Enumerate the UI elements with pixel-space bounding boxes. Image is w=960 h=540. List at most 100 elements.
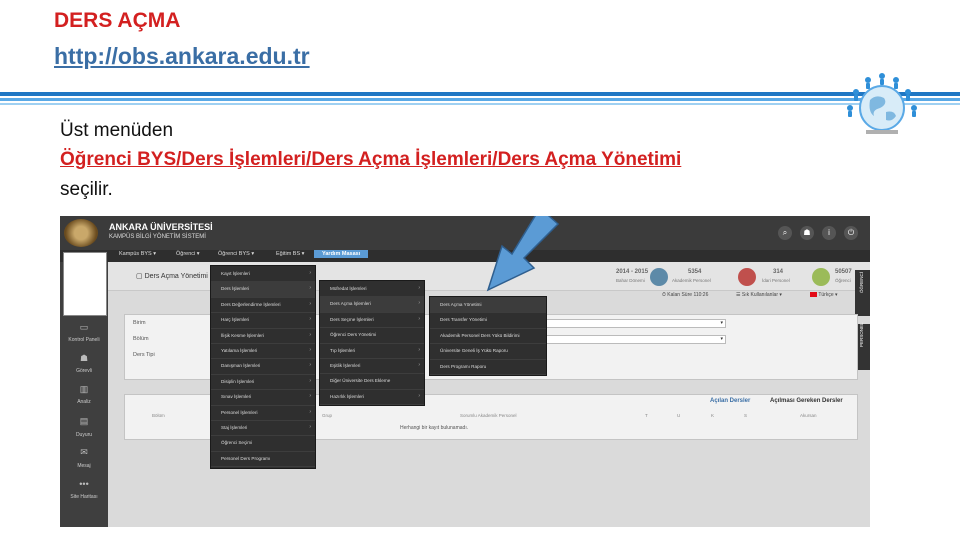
sidebar-item-duyuru[interactable]: Duyuru (60, 432, 108, 438)
ders-islemleri-menu-item-label: Ders Açma İşlemleri (330, 301, 371, 307)
ogrenci-bys-menu-item[interactable]: Disiplin İşlemleri › (211, 374, 315, 391)
ogrenci-bys-menu-item[interactable]: Personel İşlemleri › (211, 405, 315, 421)
menu-ogrenci-bys[interactable]: Öğrenci BYS ▾ (218, 251, 254, 257)
chat-icon[interactable]: ✉ (78, 448, 90, 457)
ders-acma-menu-item[interactable]: Ders Transfer Yönetimi (430, 312, 546, 329)
monitor-icon[interactable]: ▭ (78, 323, 90, 332)
sidebar-item-kontrol-paneli[interactable]: Kontrol Paneli (60, 337, 108, 343)
header-band (0, 92, 960, 96)
ogrenci-bys-menu-item[interactable]: Staj İşlemleri › (211, 420, 315, 437)
ders-acma-menu-item-label: Ders Transfer Yönetimi (440, 317, 487, 323)
app-screenshot: ANKARA ÜNİVERSİTESİ KAMPÜS BİLGİ YÖNETİM… (60, 216, 870, 527)
ders-islemleri-menu-item[interactable]: Hazırlık İşlemleri › (320, 389, 424, 406)
info-icon[interactable]: i (822, 226, 836, 240)
chevron-right-icon: › (418, 346, 420, 353)
chevron-right-icon: › (309, 408, 311, 415)
chevron-right-icon: › (309, 300, 311, 307)
chevron-right-icon: › (418, 315, 420, 322)
ogrenci-bys-menu-item-label: İlişik Kesme İşlemleri (221, 332, 264, 338)
obs-url-link[interactable]: http://obs.ankara.edu.tr (54, 43, 310, 70)
ders-acma-menu-item[interactable]: Ders Açma Yönetimi (430, 297, 546, 314)
column-header[interactable]: K (711, 413, 714, 418)
menu-kampus-bys[interactable]: Kampüs BYS ▾ (119, 251, 156, 257)
slide-title: DERS AÇMA (54, 9, 181, 32)
language-label: Türkçe ▾ (818, 292, 838, 298)
language-select[interactable]: Türkçe ▾ (810, 292, 838, 298)
chevron-right-icon: › (309, 331, 311, 338)
term-value: 2014 - 2015 (616, 269, 649, 275)
ders-islemleri-menu-item[interactable]: Diğer Üniversite Ders Ekleme (320, 373, 424, 390)
ogrenci-bys-menu-item[interactable]: Ders Değerlendirme İşlemleri › (211, 297, 315, 314)
instruction-menu-path: Öğrenci BYS/Ders İşlemleri/Ders Açma İşl… (60, 149, 682, 170)
power-icon[interactable]: ⏻ (844, 226, 858, 240)
users-icon[interactable]: ☗ (800, 226, 814, 240)
ogrenci-bys-menu-item[interactable]: Sınav İşlemleri › (211, 389, 315, 406)
ogrenci-bys-menu-item[interactable]: Personel Ders Programı (211, 451, 315, 468)
ders-islemleri-menu-item[interactable]: Öğrenci Ders Yönetimi (320, 327, 424, 344)
ders-islemleri-menu-item[interactable]: Müfredat İşlemleri › (320, 281, 424, 298)
tab-acilmasi-gereken-dersler[interactable]: Açılması Gereken Dersler (770, 398, 843, 404)
ogrenci-bys-menu-item[interactable]: Öğrenci Seçimi (211, 435, 315, 452)
ders-acma-menu-item-label: Ders Açma Yönetimi (440, 302, 482, 307)
term-label: Bahar Dönemi (616, 278, 645, 283)
header-band-2 (0, 98, 960, 101)
favorites-link[interactable]: ☰ Sık Kullanılanlar ▾ (736, 292, 782, 298)
column-header[interactable]: Bölüm (152, 413, 165, 418)
ogrenci-bys-menu-item[interactable]: Kayıt İşlemleri › (211, 266, 315, 283)
sidebar-item-analiz[interactable]: Analiz (60, 399, 108, 405)
instruction-line-1: Üst menüden (60, 120, 174, 141)
search-icon[interactable]: ⌕ (778, 226, 792, 240)
ders-islemleri-menu-item[interactable]: Ders Seçme İşlemleri › (320, 312, 424, 329)
ders-acma-menu-item[interactable]: Ders Programı Raporu (430, 359, 546, 375)
side-tab-ogrenci[interactable]: ÖĞRENCİ (855, 270, 870, 316)
time-value: 110:26 (693, 292, 709, 298)
ogrenci-bys-menu-item[interactable]: Yatılama İşlemleri › (211, 343, 315, 360)
ogrenci-bys-menu-item-label: Öğrenci Seçimi (221, 440, 253, 446)
instruction-line-3: seçilir. (60, 179, 113, 200)
menu-ogrenci[interactable]: Öğrenci ▾ (176, 251, 200, 257)
header-band-3 (0, 103, 960, 105)
sidebar-item-site-haritasi[interactable]: Site Haritası (60, 494, 108, 500)
sidebar-item-gorevli[interactable]: Görevli (60, 368, 108, 374)
admin-staff-icon (738, 268, 756, 286)
tab-acilan-dersler[interactable]: Açılan Dersler (710, 398, 750, 404)
ders-islemleri-menu-item-label: Tıp İşlemleri (330, 347, 356, 353)
ogrenci-bys-menu-item[interactable]: Danışman İşlemleri › (211, 358, 315, 375)
column-header[interactable]: Akursan (800, 413, 817, 418)
dots-icon[interactable]: ••• (78, 480, 90, 489)
ogrenci-bys-menu-item-label: Staj İşlemleri (221, 425, 248, 430)
unit-select[interactable]: ▾ (530, 319, 726, 328)
people-icon[interactable]: ☗ (78, 354, 90, 363)
column-header[interactable]: T (645, 413, 648, 418)
menu-egitim-bs[interactable]: Eğitim BS ▾ (276, 251, 304, 257)
ogrenci-bys-menu-item[interactable]: Harç İşlemleri › (211, 312, 315, 329)
ders-islemleri-menu-item[interactable]: Tıp İşlemleri › (320, 343, 424, 359)
chevron-right-icon: › (309, 316, 311, 323)
ders-islemleri-menu-item[interactable]: Ders Açma İşlemleri › (320, 296, 424, 313)
chevron-right-icon: › (418, 300, 420, 307)
ders-acma-menu-item[interactable]: Üniversite Geneli İş Yükü Raporu (430, 343, 546, 360)
chevron-right-icon: › (418, 285, 420, 291)
chevron-right-icon: › (418, 362, 420, 368)
ogrenci-bys-menu-item-label: Personel Ders Programı (221, 455, 271, 461)
ders-islemleri-menu-item[interactable]: Eşitlik İşlemleri › (320, 358, 424, 375)
sidebar-item-mesaj[interactable]: Mesaj (60, 463, 108, 469)
department-label: Bölüm (133, 336, 149, 342)
ogrenci-bys-menu-item[interactable]: İlişik Kesme İşlemleri › (211, 328, 315, 344)
ogrenci-bys-menu-item-label: Kayıt İşlemleri (221, 271, 250, 276)
column-header[interactable]: U (677, 413, 680, 418)
column-header[interactable]: Grup (322, 413, 332, 418)
chevron-right-icon: › (309, 424, 311, 430)
bar-chart-icon[interactable]: ▥ (78, 385, 90, 394)
document-icon[interactable]: ▤ (78, 417, 90, 426)
admin-staff-label: İdari Personel (762, 278, 790, 283)
ders-acma-menu-item[interactable]: Akademik Personel Ders Yükü Bildirimi (430, 328, 546, 345)
app-topbar: ANKARA ÜNİVERSİTESİ KAMPÜS BİLGİ YÖNETİM… (60, 216, 870, 250)
department-select[interactable]: ▾ (530, 335, 726, 344)
column-header[interactable]: S (744, 413, 747, 418)
ogrenci-bys-menu-item[interactable]: Ders İşlemleri › (211, 281, 315, 298)
menu-yardim-masasi[interactable]: Yardım Masası (314, 250, 369, 258)
ders-acma-menu-item-label: Akademik Personel Ders Yükü Bildirimi (440, 332, 520, 338)
column-header[interactable]: Sorumlu Akademik Personel (460, 413, 517, 418)
ogrenci-bys-menu-item-label: Sınav İşlemleri (221, 394, 252, 400)
